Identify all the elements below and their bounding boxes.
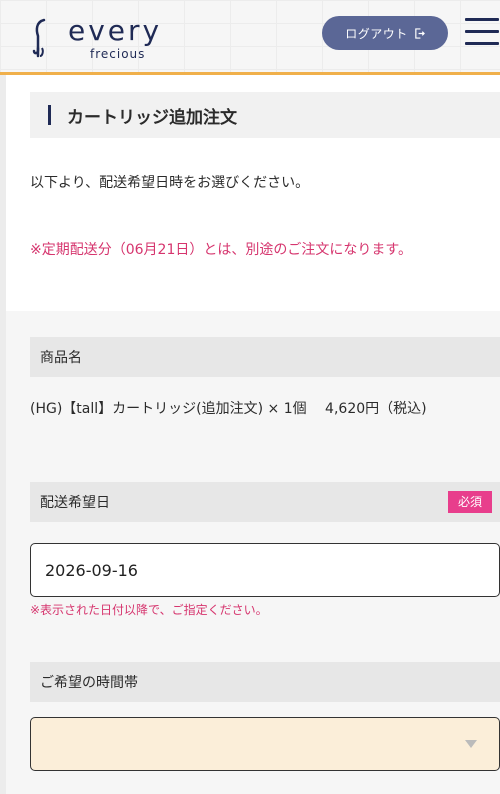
- site-header: every frecious ログアウト: [0, 0, 500, 72]
- delivery-date-value: 2026-09-16: [45, 560, 138, 580]
- delivery-date-section-header: 配送希望日 必須: [30, 482, 500, 522]
- header-accent-line: [0, 72, 500, 75]
- hamburger-menu-icon[interactable]: [465, 18, 499, 46]
- delivery-date-note: ※表示された日付以降で、ご指定ください。: [30, 603, 268, 617]
- logout-label: ログアウト: [345, 26, 408, 41]
- menu-bar: [465, 30, 499, 33]
- brand-logo[interactable]: every frecious: [28, 12, 188, 62]
- logout-arrow-icon: [414, 27, 425, 39]
- page-title: カートリッジ追加注文: [67, 107, 237, 128]
- delivery-date-input[interactable]: 2026-09-16: [30, 543, 500, 597]
- intro-text: 以下より、配送希望日時をお選びください。: [30, 175, 310, 191]
- product-section-label: 商品名: [40, 350, 82, 366]
- time-slot-section-header: ご希望の時間帯: [30, 662, 500, 702]
- logo-main-text: every: [68, 14, 163, 47]
- menu-bar: [465, 42, 499, 45]
- title-marker: [48, 105, 51, 125]
- product-description: (HG)【tall】カートリッジ(追加注文) × 1個 4,620円（税込): [30, 401, 427, 417]
- time-slot-section-label: ご希望の時間帯: [40, 675, 138, 691]
- notice-text: ※定期配送分（06月21日）とは、別途のご注文になります。: [30, 242, 412, 258]
- product-section-header: 商品名: [30, 337, 500, 377]
- time-slot-select[interactable]: [30, 717, 500, 771]
- water-drop-icon: [32, 18, 46, 58]
- chevron-down-icon: [465, 740, 477, 748]
- logo-sub-text: frecious: [90, 47, 146, 61]
- logout-button[interactable]: ログアウト: [322, 16, 448, 50]
- menu-bar: [465, 18, 499, 21]
- page-title-bar: カートリッジ追加注文: [30, 92, 500, 138]
- delivery-date-section-label: 配送希望日: [40, 495, 110, 511]
- required-badge: 必須: [447, 491, 492, 513]
